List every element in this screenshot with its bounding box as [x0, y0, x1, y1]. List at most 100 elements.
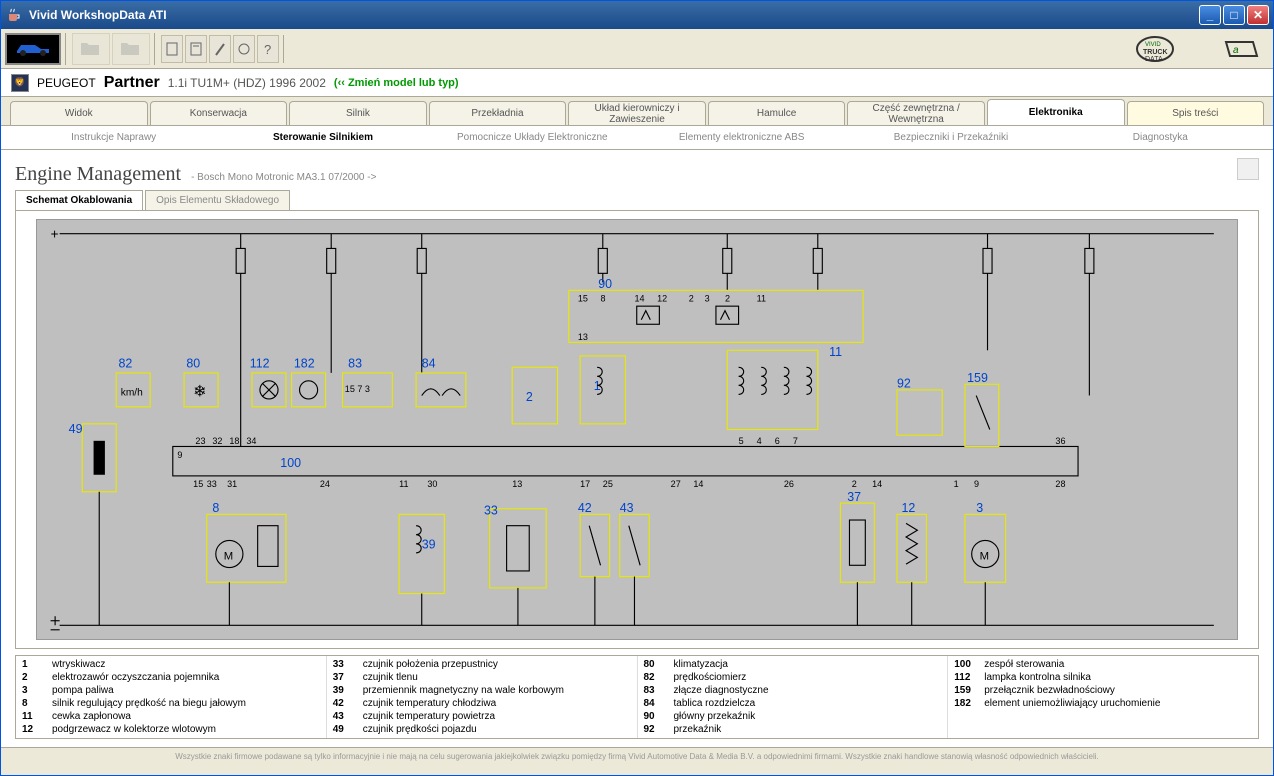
folder-button-1[interactable] — [72, 33, 110, 65]
doc-tab-0[interactable]: Schemat Okablowania — [15, 190, 143, 210]
legend-text: zespół sterowania — [984, 659, 1252, 670]
svg-text:82: 82 — [119, 356, 133, 370]
sub-tab-4[interactable]: Bezpieczniki i Przekaźniki — [846, 128, 1055, 147]
diagram-frame: + 82km/ — [15, 210, 1259, 649]
window-title: Vivid WorkshopData ATI — [29, 8, 1199, 22]
legend-row: 100zespół sterowania — [954, 658, 1252, 671]
svg-text:VIVID: VIVID — [1145, 42, 1161, 48]
legend-row: 1 wtryskiwacz — [22, 658, 320, 671]
legend-text: prędkościomierz — [674, 672, 942, 683]
legend-row: 159 przełącznik bezwładnościowy — [954, 684, 1252, 697]
tool-btn-1[interactable] — [161, 35, 183, 63]
svg-text:3: 3 — [976, 501, 983, 515]
legend-text: czujnik położenia przepustnicy — [363, 659, 631, 670]
toolbar: ? VIVIDTRUCKDATA a — [1, 29, 1273, 69]
svg-text:14: 14 — [635, 294, 645, 304]
svg-text:83: 83 — [348, 356, 362, 370]
sub-tab-1[interactable]: Sterowanie Silnikiem — [218, 128, 427, 147]
legend-table: 1wtryskiwacz2elektrozawór oczyszczania p… — [15, 655, 1259, 739]
svg-text:8: 8 — [213, 501, 220, 515]
close-button[interactable]: ✕ — [1247, 5, 1269, 25]
svg-text:33: 33 — [484, 503, 498, 517]
svg-text:15 7 3: 15 7 3 — [345, 384, 370, 394]
svg-text:37: 37 — [847, 490, 861, 504]
legend-text: element uniemożliwiający uruchomienie — [984, 698, 1252, 709]
legend-num: 33 — [333, 659, 355, 670]
legend-row: 43czujnik temperatury powietrza — [333, 710, 631, 723]
legend-num: 43 — [333, 711, 355, 722]
legend-text: wtryskiwacz — [52, 659, 320, 670]
minimize-button[interactable]: _ — [1199, 5, 1221, 25]
legend-num: 159 — [954, 685, 976, 696]
svg-text:92: 92 — [897, 377, 911, 391]
legend-num: 83 — [644, 685, 666, 696]
svg-text:182: 182 — [294, 356, 315, 370]
svg-text:2: 2 — [852, 479, 857, 489]
sub-tab-3[interactable]: Elementy elektroniczne ABS — [637, 128, 846, 147]
main-tab-6[interactable]: Część zewnętrzna / Wewnętrzna — [847, 101, 985, 125]
legend-row: 182element uniemożliwiający uruchomienie — [954, 697, 1252, 710]
svg-text:5: 5 — [739, 436, 744, 446]
change-model-link[interactable]: (‹‹ Zmień model lub typ) — [334, 77, 459, 89]
legend-num: 2 — [22, 672, 44, 683]
svg-text:17: 17 — [580, 479, 590, 489]
sub-tab-0[interactable]: Instrukcje Naprawy — [9, 128, 218, 147]
svg-text:3: 3 — [705, 294, 710, 304]
svg-text:11: 11 — [757, 294, 766, 304]
legend-row: 83złącze diagnostyczne — [644, 684, 942, 697]
svg-text:90: 90 — [599, 277, 613, 291]
legend-text: lampka kontrolna silnika — [984, 672, 1252, 683]
svg-text:9: 9 — [974, 479, 979, 489]
legend-num: 90 — [644, 711, 666, 722]
vehicle-select-button[interactable] — [5, 33, 61, 65]
main-tab-0[interactable]: Widok — [10, 101, 148, 125]
legend-text: przemiennik magnetyczny na wale korbowym — [363, 685, 631, 696]
legend-num: 1 — [22, 659, 44, 670]
svg-text:112: 112 — [250, 356, 270, 370]
main-tab-4[interactable]: Układ kierowniczy i Zawieszenie — [568, 101, 706, 125]
svg-text:11: 11 — [829, 345, 842, 359]
main-tab-7[interactable]: Elektronika — [987, 99, 1125, 125]
titlebar: Vivid WorkshopData ATI _ □ ✕ — [1, 1, 1273, 29]
legend-row: 33 czujnik położenia przepustnicy — [333, 658, 631, 671]
print-button[interactable] — [1237, 158, 1259, 180]
svg-text:9: 9 — [178, 450, 183, 460]
main-tab-3[interactable]: Przekładnia — [429, 101, 567, 125]
svg-text:84: 84 — [422, 356, 436, 370]
main-tab-2[interactable]: Silnik — [289, 101, 427, 125]
legend-row: 8silnik regulujący prędkość na biegu jał… — [22, 697, 320, 710]
legend-row: 42czujnik temperatury chłodziwa — [333, 697, 631, 710]
maximize-button[interactable]: □ — [1223, 5, 1245, 25]
svg-text:TRUCK: TRUCK — [1143, 49, 1168, 56]
legend-text: przełącznik bezwładnościowy — [984, 685, 1252, 696]
main-tab-8[interactable]: Spis treści — [1127, 101, 1265, 125]
legend-num: 3 — [22, 685, 44, 696]
svg-text:30: 30 — [428, 479, 438, 489]
svg-text:?: ? — [264, 42, 271, 57]
doc-tab-1[interactable]: Opis Elementu Składowego — [145, 190, 290, 210]
tool-btn-2[interactable] — [185, 35, 207, 63]
legend-row: 49czujnik prędkości pojazdu — [333, 723, 631, 736]
svg-text:15: 15 — [578, 294, 588, 304]
svg-text:14: 14 — [872, 479, 882, 489]
svg-text:159: 159 — [967, 371, 988, 385]
tool-btn-4[interactable] — [233, 35, 255, 63]
svg-text:49: 49 — [69, 422, 83, 436]
folder-button-2[interactable] — [112, 33, 150, 65]
sub-tab-2[interactable]: Pomocnicze Układy Elektroniczne — [428, 128, 637, 147]
main-tab-5[interactable]: Hamulce — [708, 101, 846, 125]
wiring-diagram[interactable]: + 82km/ — [36, 219, 1237, 640]
svg-text:18: 18 — [230, 436, 240, 446]
tool-btn-3[interactable] — [209, 35, 231, 63]
legend-num: 84 — [644, 698, 666, 709]
svg-text:28: 28 — [1056, 479, 1066, 489]
legend-num: 12 — [22, 724, 44, 735]
help-button[interactable]: ? — [257, 35, 279, 63]
svg-text:❄: ❄ — [193, 384, 206, 401]
svg-text:7: 7 — [793, 436, 798, 446]
legend-text: czujnik tlenu — [363, 672, 631, 683]
brand-logos: VIVIDTRUCKDATA a — [1135, 34, 1269, 64]
svg-text:31: 31 — [227, 479, 237, 489]
sub-tab-5[interactable]: Diagnostyka — [1056, 128, 1265, 147]
main-tab-1[interactable]: Konserwacja — [150, 101, 288, 125]
